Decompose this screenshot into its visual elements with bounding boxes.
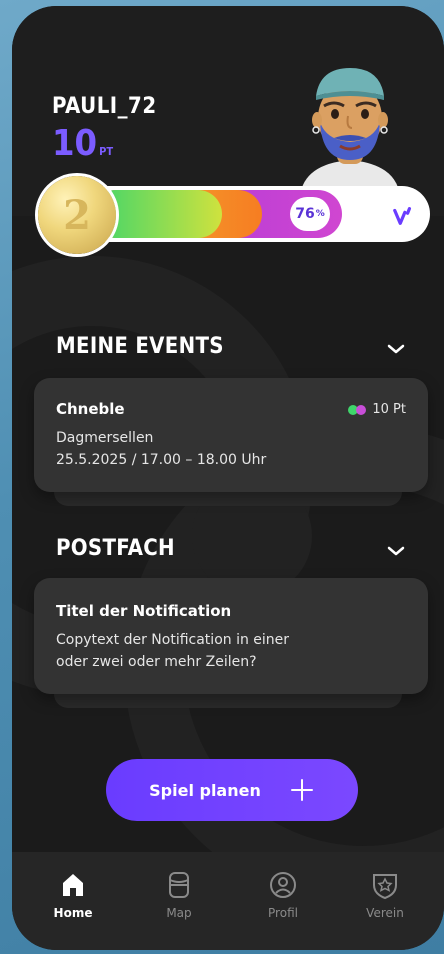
level-medal-icon: 2	[38, 176, 116, 254]
points-unit: PT	[99, 145, 114, 158]
avatar[interactable]	[290, 56, 410, 196]
nav-item-profile[interactable]: Profil	[248, 870, 318, 920]
points-dot-icon	[356, 404, 367, 415]
event-points: 10 Pt	[372, 402, 406, 417]
notification-body-line1: Copytext der Notification in einer	[56, 632, 290, 648]
nav-label-profile: Profil	[268, 906, 298, 920]
notification-card[interactable]: Titel der Notification Copytext der Noti…	[34, 578, 428, 694]
points-value: 10	[52, 123, 98, 164]
nav-item-map[interactable]: Map	[144, 870, 214, 920]
phone-screen: PAULI_72 10 PT 2 76% MEINE EVENTS Chneble	[12, 6, 444, 950]
inbox-chevron-down-icon[interactable]	[386, 544, 406, 558]
inbox-section-title: POSTFACH	[56, 536, 175, 561]
plan-game-label: Spiel planen	[149, 780, 261, 800]
event-points-badge: 10 Pt	[348, 402, 406, 417]
points-display: 10 PT	[52, 124, 113, 172]
events-section-title: MEINE EVENTS	[56, 334, 224, 359]
plan-game-button[interactable]: Spiel planen	[106, 759, 358, 821]
notification-title: Titel der Notification	[56, 602, 232, 620]
username: PAULI_72	[52, 94, 157, 119]
profile-icon	[270, 872, 296, 898]
event-card[interactable]: Chneble 10 Pt Dagmersellen 25.5.2025 / 1…	[34, 378, 428, 492]
event-location: Dagmersellen	[56, 430, 154, 446]
nav-item-home[interactable]: Home	[38, 870, 108, 920]
level-number: 2	[63, 191, 91, 239]
club-badge-icon	[373, 874, 397, 900]
home-icon	[63, 874, 83, 896]
bottom-navigation: Home Map Profil Verein	[12, 852, 444, 950]
progress-percent-badge: 76%	[290, 197, 330, 231]
event-name: Chneble	[56, 400, 125, 418]
map-icon	[169, 872, 189, 898]
progress-percent-symbol: %	[315, 209, 325, 219]
nav-label-club: Verein	[366, 906, 404, 920]
nav-label-map: Map	[166, 906, 192, 920]
nav-item-club[interactable]: Verein	[350, 870, 420, 920]
event-datetime: 25.5.2025 / 17.00 – 18.00 Uhr	[56, 452, 267, 468]
notification-body-line2: oder zwei oder mehr Zeilen?	[56, 654, 257, 670]
progress-percent-value: 76	[295, 206, 315, 222]
events-chevron-down-icon[interactable]	[386, 342, 406, 356]
brand-logo-icon	[393, 207, 412, 225]
nav-label-home: Home	[53, 906, 93, 920]
plus-icon	[290, 779, 313, 801]
